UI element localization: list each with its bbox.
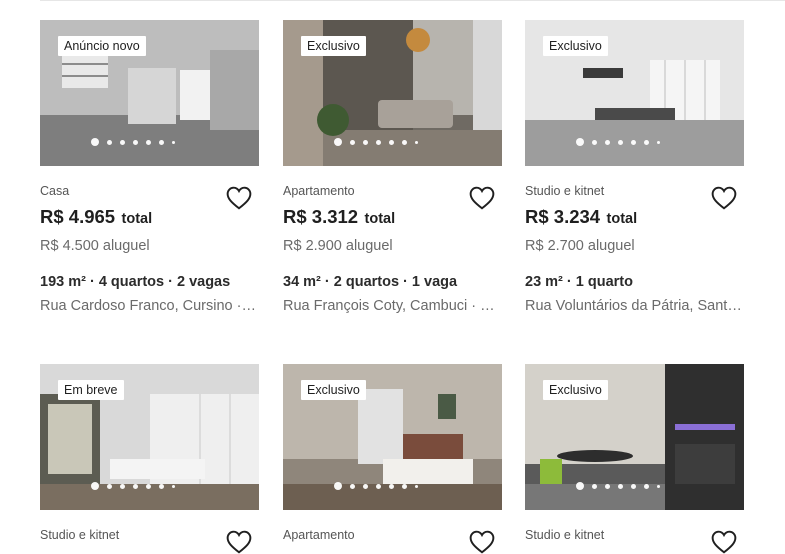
carousel-dot[interactable]: [576, 482, 584, 490]
carousel-dot[interactable]: [146, 139, 151, 145]
listing-tag: Exclusivo: [543, 36, 608, 56]
heart-outline-icon[interactable]: [469, 186, 495, 210]
property-features: 193 m² · 4 quartos · 2 vagas: [40, 274, 231, 290]
property-address[interactable]: Rua Voluntários da Pátria, Santana: [525, 298, 744, 314]
listing-photo[interactable]: Exclusivo: [283, 364, 502, 510]
heart-outline-icon[interactable]: [469, 530, 495, 554]
property-features: 23 m² · 1 quarto: [525, 274, 633, 290]
carousel-dot[interactable]: [592, 483, 597, 489]
rent-price: R$ 4.500 aluguel: [40, 238, 150, 254]
property-address[interactable]: Rua François Coty, Cambuci · São Paulo: [283, 298, 502, 314]
heart-outline-icon[interactable]: [226, 186, 252, 210]
carousel-dot[interactable]: [376, 139, 381, 145]
property-features: 34 m² · 2 quartos · 1 vaga: [283, 274, 458, 290]
carousel-dot[interactable]: [657, 140, 660, 144]
heart-outline-icon[interactable]: [226, 530, 252, 554]
rent-price: R$ 2.900 aluguel: [283, 238, 393, 254]
heart-outline-icon[interactable]: [711, 530, 737, 554]
total-price: R$ 4.965 total: [40, 206, 152, 228]
carousel-dot[interactable]: [91, 138, 99, 146]
carousel-dot[interactable]: [133, 483, 138, 489]
carousel-dot[interactable]: [618, 483, 623, 489]
carousel-dot[interactable]: [334, 138, 342, 146]
listing-tag: Exclusivo: [301, 36, 366, 56]
listing-photo[interactable]: Exclusivo: [283, 20, 502, 166]
carousel-dot[interactable]: [402, 483, 407, 489]
carousel-dots[interactable]: [91, 138, 175, 146]
price-value: R$ 3.312: [283, 206, 359, 227]
carousel-dot[interactable]: [107, 139, 112, 145]
carousel-dot[interactable]: [133, 139, 138, 145]
carousel-dot[interactable]: [376, 483, 381, 489]
carousel-dot[interactable]: [389, 139, 394, 145]
price-value: R$ 4.965: [40, 206, 116, 227]
listing-tag: Anúncio novo: [58, 36, 146, 56]
carousel-dot[interactable]: [159, 483, 164, 489]
carousel-dot[interactable]: [91, 482, 99, 490]
carousel-dot[interactable]: [334, 482, 342, 490]
carousel-dot[interactable]: [120, 139, 125, 145]
carousel-dot[interactable]: [107, 483, 112, 489]
carousel-dot[interactable]: [159, 139, 164, 145]
carousel-dot[interactable]: [631, 139, 636, 145]
carousel-dot[interactable]: [363, 483, 368, 489]
price-label: total: [364, 211, 396, 227]
carousel-dot[interactable]: [146, 483, 151, 489]
carousel-dot[interactable]: [605, 483, 610, 489]
carousel-dot[interactable]: [644, 139, 649, 145]
property-type: Studio e kitnet: [40, 528, 120, 542]
carousel-dot[interactable]: [402, 139, 407, 145]
total-price: R$ 3.234 total: [525, 206, 637, 228]
carousel-dot[interactable]: [576, 138, 584, 146]
carousel-dot[interactable]: [592, 139, 597, 145]
price-value: R$ 3.234: [525, 206, 601, 227]
top-divider: [40, 0, 785, 1]
carousel-dot[interactable]: [631, 483, 636, 489]
property-type: Apartamento: [283, 184, 355, 198]
listing-photo[interactable]: Anúncio novo: [40, 20, 259, 166]
property-type: Casa: [40, 184, 70, 198]
carousel-dot[interactable]: [415, 140, 418, 144]
carousel-dot[interactable]: [605, 139, 610, 145]
listing-photo[interactable]: Exclusivo: [525, 364, 744, 510]
listing-tag: Exclusivo: [301, 380, 366, 400]
listing-photo[interactable]: Exclusivo: [525, 20, 744, 166]
carousel-dot[interactable]: [363, 139, 368, 145]
listing-tag: Exclusivo: [543, 380, 608, 400]
carousel-dots[interactable]: [576, 482, 660, 490]
property-type: Studio e kitnet: [525, 528, 605, 542]
listing-tag: Em breve: [58, 380, 124, 400]
price-label: total: [606, 211, 638, 227]
heart-outline-icon[interactable]: [711, 186, 737, 210]
rent-price: R$ 2.700 aluguel: [525, 238, 635, 254]
carousel-dot[interactable]: [172, 484, 175, 488]
carousel-dot[interactable]: [172, 140, 175, 144]
property-type: Studio e kitnet: [525, 184, 605, 198]
carousel-dot[interactable]: [657, 484, 660, 488]
property-address[interactable]: Rua Cardoso Franco, Cursino · São Paulo: [40, 298, 259, 314]
carousel-dots[interactable]: [334, 138, 418, 146]
total-price: R$ 3.312 total: [283, 206, 395, 228]
carousel-dot[interactable]: [415, 484, 418, 488]
property-type: Apartamento: [283, 528, 355, 542]
listing-photo[interactable]: Em breve: [40, 364, 259, 510]
carousel-dots[interactable]: [576, 138, 660, 146]
price-label: total: [121, 211, 153, 227]
carousel-dot[interactable]: [350, 139, 355, 145]
carousel-dot[interactable]: [120, 483, 125, 489]
carousel-dots[interactable]: [91, 482, 175, 490]
carousel-dot[interactable]: [618, 139, 623, 145]
carousel-dot[interactable]: [350, 483, 355, 489]
carousel-dot[interactable]: [644, 483, 649, 489]
carousel-dots[interactable]: [334, 482, 418, 490]
carousel-dot[interactable]: [389, 483, 394, 489]
